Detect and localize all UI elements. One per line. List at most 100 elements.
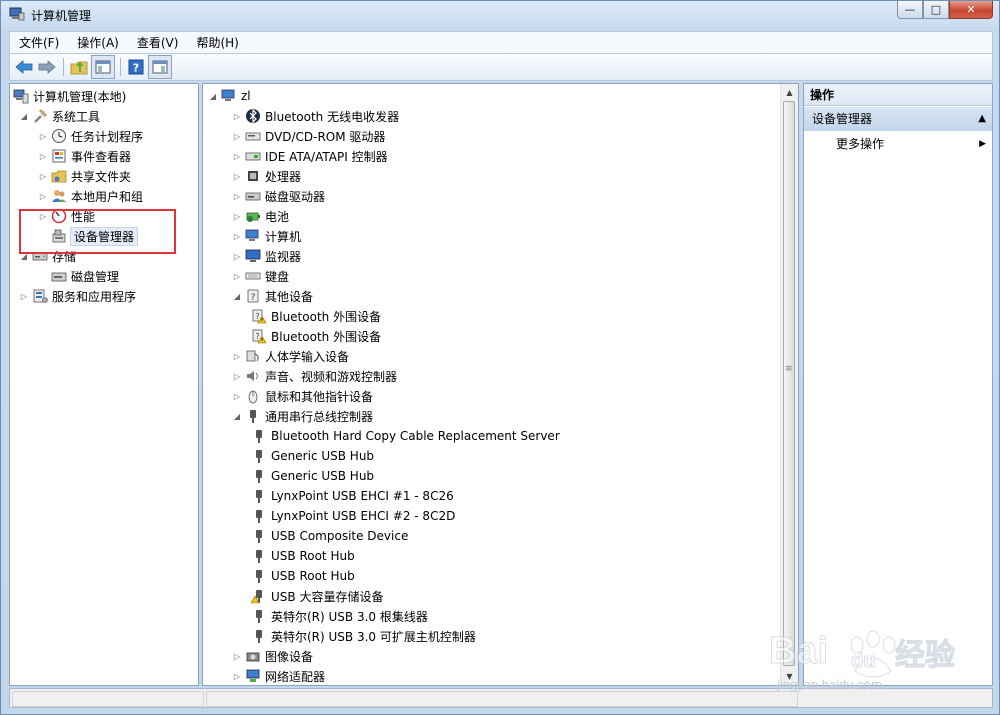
collapsed-arrow-icon[interactable]: ▷ — [232, 252, 242, 261]
menu-help[interactable]: 帮助(H) — [187, 34, 247, 51]
scroll-down-arrow-icon[interactable]: ▼ — [781, 668, 798, 685]
device-tree-item[interactable]: ▷ Bluetooth 无线电收发器 — [232, 106, 399, 126]
window-title: 计算机管理 — [31, 9, 92, 23]
device-tree-item[interactable]: ◢ 通用串行总线控制器 — [232, 406, 373, 426]
more-actions-item[interactable]: 更多操作 ▶ — [836, 134, 986, 154]
device-tree-item[interactable]: USB 大容量存储设备 — [251, 586, 383, 606]
unknown-device-icon: ? — [245, 288, 261, 304]
device-tree-item[interactable]: ▷ DVD/CD-ROM 驱动器 — [232, 126, 386, 146]
device-tree-item[interactable]: 英特尔(R) USB 3.0 可扩展主机控制器 — [251, 626, 476, 646]
device-tree-item-label: 监视器 — [265, 249, 302, 264]
collapsed-arrow-icon[interactable]: ▷ — [232, 112, 242, 121]
menu-view[interactable]: 查看(V) — [128, 34, 188, 51]
device-tree-item[interactable]: ▷ 网络适配器 — [232, 666, 325, 685]
expanded-arrow-icon[interactable]: ◢ — [232, 412, 242, 421]
collapsed-arrow-icon[interactable]: ▷ — [232, 132, 242, 141]
device-tree-item-label: Bluetooth 外围设备 — [271, 329, 382, 344]
collapsed-arrow-icon[interactable]: ▷ — [38, 172, 48, 181]
device-tree-item[interactable]: ? Bluetooth 外围设备 — [251, 326, 381, 346]
tree-item-computer-management[interactable]: 计算机管理(本地) — [13, 86, 126, 106]
tree-item-local-users[interactable]: ▷ 本地用户和组 — [38, 186, 143, 206]
device-tree-item[interactable]: LynxPoint USB EHCI #2 - 8C2D — [251, 506, 455, 526]
device-tree-item[interactable]: ▷ 计算机 — [232, 226, 301, 246]
up-level-button[interactable] — [68, 56, 90, 78]
device-tree-item-label: Bluetooth Hard Copy Cable Replacement Se… — [271, 429, 560, 443]
device-tree-item[interactable]: Generic USB Hub — [251, 466, 374, 486]
device-tree-item[interactable]: ▷ 处理器 — [232, 166, 301, 186]
menu-action[interactable]: 操作(A) — [68, 34, 128, 51]
device-tree-item-label: 磁盘驱动器 — [265, 189, 326, 204]
collapsed-arrow-icon[interactable]: ▷ — [232, 392, 242, 401]
tree-item-system-tools[interactable]: ◢ 系统工具 — [19, 106, 100, 126]
device-tree-item[interactable]: ▷ 监视器 — [232, 246, 301, 266]
device-tree-item[interactable]: 英特尔(R) USB 3.0 根集线器 — [251, 606, 428, 626]
device-tree-item[interactable]: ◢ zl — [208, 86, 251, 106]
device-tree-item[interactable]: ▷ 磁盘驱动器 — [232, 186, 325, 206]
device-tree-item-label: LynxPoint USB EHCI #2 - 8C2D — [271, 509, 456, 523]
device-tree-item[interactable]: ▷ 鼠标和其他指针设备 — [232, 386, 373, 406]
device-tree-item-label: 通用串行总线控制器 — [265, 409, 374, 424]
show-hide-action-pane-button[interactable] — [148, 55, 172, 79]
tree-item-event-viewer[interactable]: ▷ 事件查看器 — [38, 146, 131, 166]
action-pane: 操作 设备管理器 ▲ 更多操作 ▶ — [803, 83, 993, 686]
maximize-button[interactable]: □ — [923, 1, 949, 19]
device-tree-item[interactable]: ▷ 键盘 — [232, 266, 289, 286]
title-bar[interactable]: 计算机管理 — □ ✕ — [1, 1, 999, 29]
console-tree-pane[interactable]: 计算机管理(本地) ◢ 系统工具 ▷ 任务计划程序 ▷ 事件查看器 ▷ 共享文件… — [9, 83, 199, 686]
collapsed-arrow-icon[interactable]: ▷ — [232, 232, 242, 241]
forward-button[interactable] — [36, 56, 58, 78]
scrollbar-grip-icon: ≡ — [785, 364, 793, 374]
device-tree-item[interactable]: LynxPoint USB EHCI #1 - 8C26 — [251, 486, 454, 506]
usb-icon — [251, 548, 267, 564]
device-tree-item[interactable]: ▷ 人体学输入设备 — [232, 346, 349, 366]
collapsed-arrow-icon[interactable]: ▷ — [232, 172, 242, 181]
collapse-up-icon[interactable]: ▲ — [978, 107, 986, 131]
device-tree-item[interactable]: Generic USB Hub — [251, 446, 374, 466]
menu-file[interactable]: 文件(F) — [10, 34, 68, 51]
scrollbar-thumb[interactable] — [783, 101, 795, 666]
collapsed-arrow-icon[interactable]: ▷ — [232, 212, 242, 221]
tree-item-services-apps[interactable]: ▷ 服务和应用程序 — [19, 286, 136, 306]
device-tree-item[interactable]: ▷ 图像设备 — [232, 646, 313, 666]
device-tree-item[interactable]: ? Bluetooth 外围设备 — [251, 306, 381, 326]
device-tree-item[interactable]: ▷ 电池 — [232, 206, 289, 226]
back-button[interactable] — [13, 56, 35, 78]
tree-item-task-scheduler[interactable]: ▷ 任务计划程序 — [38, 126, 143, 146]
usb-icon — [251, 528, 267, 544]
device-tree-item[interactable]: ▷ 声音、视频和游戏控制器 — [232, 366, 397, 386]
show-hide-console-tree-button[interactable] — [91, 55, 115, 79]
collapsed-arrow-icon[interactable]: ▷ — [38, 132, 48, 141]
close-button[interactable]: ✕ — [949, 1, 993, 19]
device-tree-item[interactable]: USB Composite Device — [251, 526, 408, 546]
minimize-button[interactable]: — — [897, 1, 923, 19]
device-tree-item[interactable]: ◢? 其他设备 — [232, 286, 313, 306]
device-tree-item[interactable]: Bluetooth Hard Copy Cable Replacement Se… — [251, 426, 560, 446]
expanded-arrow-icon[interactable]: ◢ — [208, 92, 218, 101]
svg-text:?: ? — [133, 62, 139, 75]
collapsed-arrow-icon[interactable]: ▷ — [232, 352, 242, 361]
device-tree-pane[interactable]: ◢ zl ▷ Bluetooth 无线电收发器 ▷ DVD/CD-ROM 驱动器 ▷ IDE … — [202, 83, 799, 686]
collapsed-arrow-icon[interactable]: ▷ — [38, 192, 48, 201]
collapsed-arrow-icon[interactable]: ▷ — [232, 192, 242, 201]
vertical-scrollbar[interactable]: ▲ ≡ ▼ — [780, 84, 798, 685]
device-tree-item[interactable]: ▷ IDE ATA/ATAPI 控制器 — [232, 146, 388, 166]
svg-text:?: ? — [251, 293, 256, 303]
collapsed-arrow-icon[interactable]: ▷ — [232, 372, 242, 381]
device-tree-item[interactable]: USB Root Hub — [251, 546, 355, 566]
tree-item-shared-folders[interactable]: ▷ 共享文件夹 — [38, 166, 131, 186]
toolbar-separator — [63, 58, 64, 76]
usb-icon — [251, 488, 267, 504]
expanded-arrow-icon[interactable]: ◢ — [232, 292, 242, 301]
device-tree-item[interactable]: USB Root Hub — [251, 566, 355, 586]
actions-section-device-manager[interactable]: 设备管理器 ▲ — [804, 107, 992, 131]
tree-item-disk-management[interactable]: 磁盘管理 — [51, 266, 119, 286]
help-button[interactable]: ? — [125, 56, 147, 78]
scroll-up-arrow-icon[interactable]: ▲ — [781, 84, 798, 101]
expanded-arrow-icon[interactable]: ◢ — [19, 112, 29, 121]
collapsed-arrow-icon[interactable]: ▷ — [232, 652, 242, 661]
collapsed-arrow-icon[interactable]: ▷ — [38, 152, 48, 161]
collapsed-arrow-icon[interactable]: ▷ — [232, 672, 242, 681]
collapsed-arrow-icon[interactable]: ▷ — [232, 152, 242, 161]
collapsed-arrow-icon[interactable]: ▷ — [232, 272, 242, 281]
collapsed-arrow-icon[interactable]: ▷ — [19, 292, 29, 301]
